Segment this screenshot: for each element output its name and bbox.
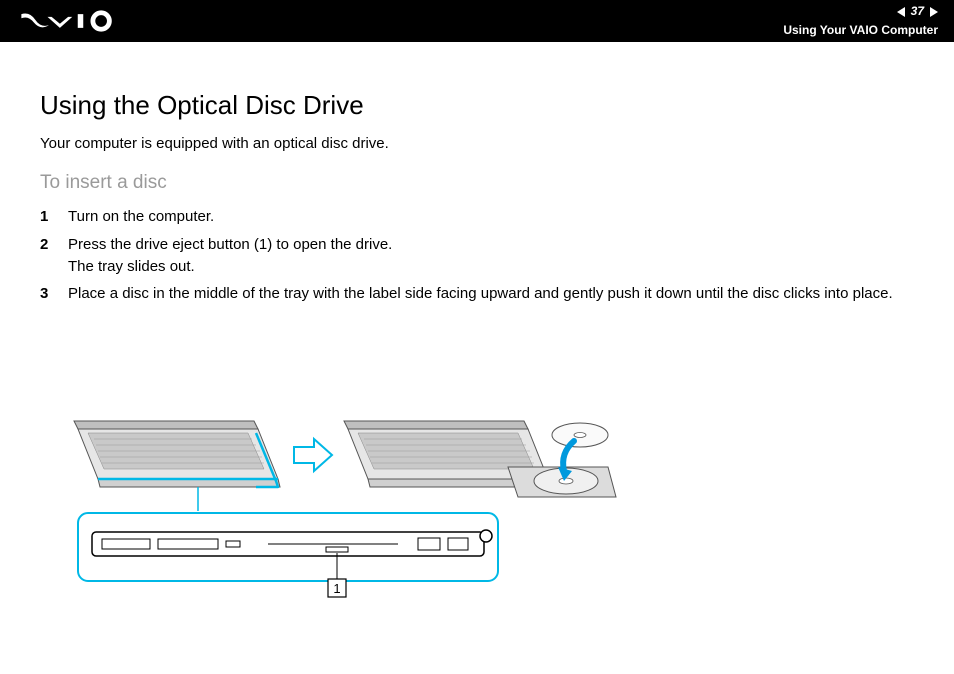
step-text-2: The tray slides out. bbox=[68, 258, 195, 275]
arrow-right-icon bbox=[294, 439, 332, 471]
page-content: Using the Optical Disc Drive Your comput… bbox=[0, 42, 954, 599]
intro-text: Your computer is equipped with an optica… bbox=[40, 135, 914, 152]
next-page-arrow-icon[interactable] bbox=[930, 7, 938, 17]
steps-list: Turn on the computer. Press the drive ej… bbox=[40, 206, 914, 305]
page-number: 37 bbox=[911, 3, 924, 20]
page-title: Using the Optical Disc Drive bbox=[40, 90, 914, 121]
vaio-logo bbox=[20, 10, 130, 32]
step-item: Place a disc in the middle of the tray w… bbox=[40, 283, 914, 305]
callout-1: 1 bbox=[328, 579, 346, 597]
step-text: Place a disc in the middle of the tray w… bbox=[68, 285, 893, 302]
header-right: 37 Using Your VAIO Computer bbox=[783, 3, 938, 39]
callout-label: 1 bbox=[333, 581, 340, 596]
page-nav: 37 bbox=[783, 3, 938, 20]
section-label: Using Your VAIO Computer bbox=[783, 22, 938, 39]
step-item: Press the drive eject button (1) to open… bbox=[40, 234, 914, 278]
prev-page-arrow-icon[interactable] bbox=[897, 7, 905, 17]
optical-drive-figure: 1 bbox=[68, 329, 628, 599]
step-text: Turn on the computer. bbox=[68, 208, 214, 225]
step-item: Turn on the computer. bbox=[40, 206, 914, 228]
step-text: Press the drive eject button (1) to open… bbox=[68, 236, 392, 253]
page-header: 37 Using Your VAIO Computer bbox=[0, 0, 954, 42]
subhead: To insert a disc bbox=[40, 172, 914, 194]
